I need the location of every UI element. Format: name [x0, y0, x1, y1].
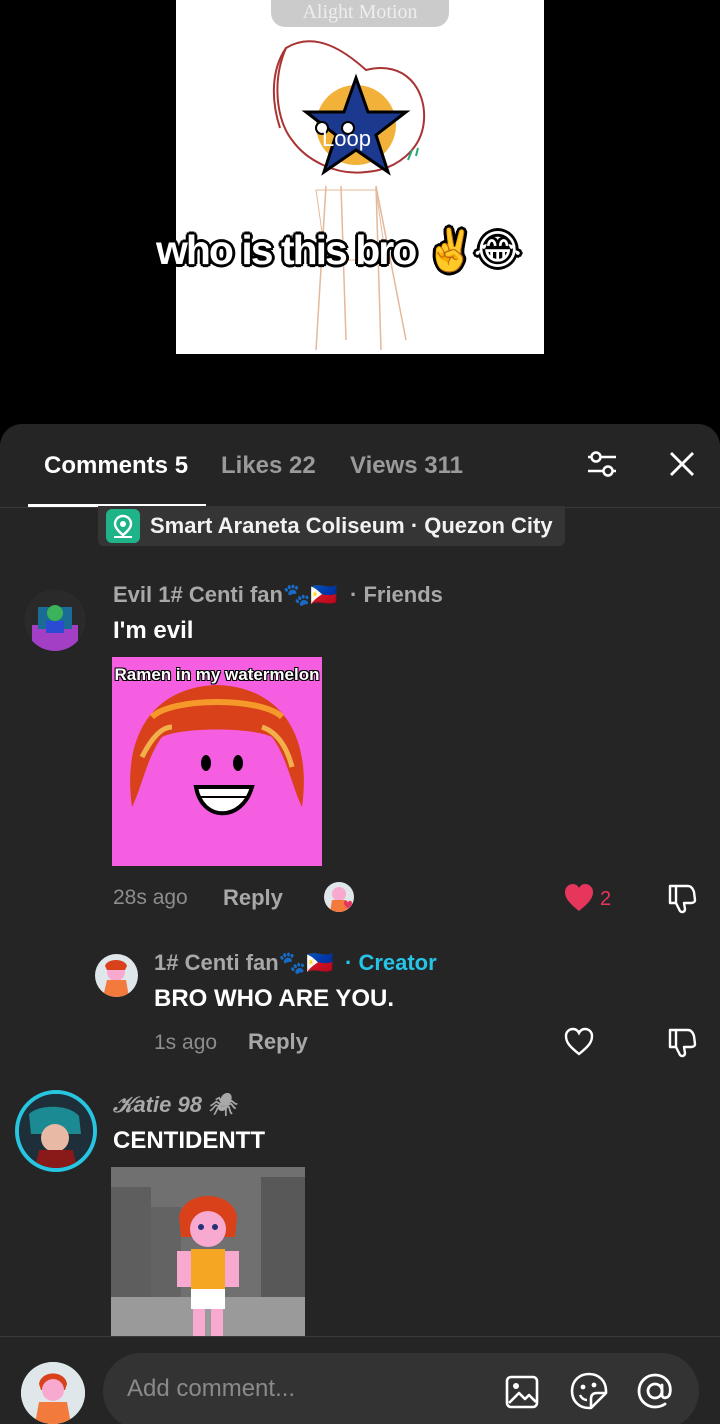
reply-button[interactable]: Reply: [248, 1029, 308, 1055]
comment-author[interactable]: Evil 1# Centi fan🐾🇵🇭: [113, 582, 338, 608]
comment-input-bar: [0, 1336, 720, 1424]
my-avatar[interactable]: [21, 1362, 85, 1424]
creator-badge: · Creator: [345, 950, 437, 975]
comment-author[interactable]: 𝒦atie 98 🕷: [113, 1092, 236, 1118]
location-tag[interactable]: Smart Araneta Coliseum · Quezon City: [98, 506, 565, 546]
tab-comments[interactable]: Comments 5: [44, 452, 188, 480]
sticker-emoji-icon[interactable]: [569, 1371, 609, 1411]
image-icon[interactable]: [503, 1373, 541, 1411]
location-text: Smart Araneta Coliseum · Quezon City: [150, 513, 553, 538]
location-pin-icon: [106, 509, 140, 543]
tab-bar: Comments 5 Likes 22 Views 311: [0, 424, 720, 508]
like-count: 2: [600, 888, 612, 910]
heart-filled-icon[interactable]: [563, 883, 595, 913]
dislike-icon[interactable]: [664, 1026, 698, 1060]
filter-icon[interactable]: [584, 446, 620, 482]
comment-image[interactable]: [111, 1167, 305, 1337]
sketch-drawing: [272, 40, 426, 351]
comment-image[interactable]: Ramen in my watermelon: [112, 657, 322, 866]
comment-text: I'm evil: [113, 617, 194, 644]
watermark: Alight Motion: [271, 0, 449, 27]
video-preview[interactable]: Loop Alight Motion who is this bro ✌️😂: [0, 0, 720, 425]
avatar[interactable]: [24, 589, 86, 651]
creator-liked-avatar: [324, 882, 354, 912]
mention-icon[interactable]: [635, 1371, 675, 1411]
comment-field-container: [103, 1353, 699, 1424]
comment-timestamp: 1s ago: [154, 1031, 218, 1054]
tab-likes[interactable]: Likes 22: [221, 452, 316, 480]
image-caption: Ramen in my watermelon: [114, 665, 320, 684]
comment-text: CENTIDENTT: [113, 1127, 265, 1154]
comments-sheet: Comments 5 Likes 22 Views 311 Smart Aran…: [0, 424, 720, 1424]
comment-author[interactable]: 1# Centi fan🐾🇵🇭: [154, 950, 333, 976]
comment-input[interactable]: [127, 1371, 487, 1407]
tab-views[interactable]: Views 311: [350, 452, 463, 480]
dislike-icon[interactable]: [664, 882, 698, 916]
reply-button[interactable]: Reply: [223, 885, 283, 911]
video-caption: who is this bro ✌️😂: [156, 227, 522, 273]
avatar[interactable]: [95, 954, 138, 997]
loop-label: Loop: [322, 126, 371, 151]
comment-relation: · Friends: [350, 582, 443, 607]
heart-outline-icon[interactable]: [563, 1027, 595, 1057]
video-frame: Loop: [176, 0, 544, 354]
close-icon[interactable]: [664, 446, 700, 482]
comment-text: BRO WHO ARE YOU.: [154, 985, 395, 1012]
comment-timestamp: 28s ago: [113, 886, 188, 909]
avatar-with-story-ring[interactable]: [15, 1090, 97, 1172]
